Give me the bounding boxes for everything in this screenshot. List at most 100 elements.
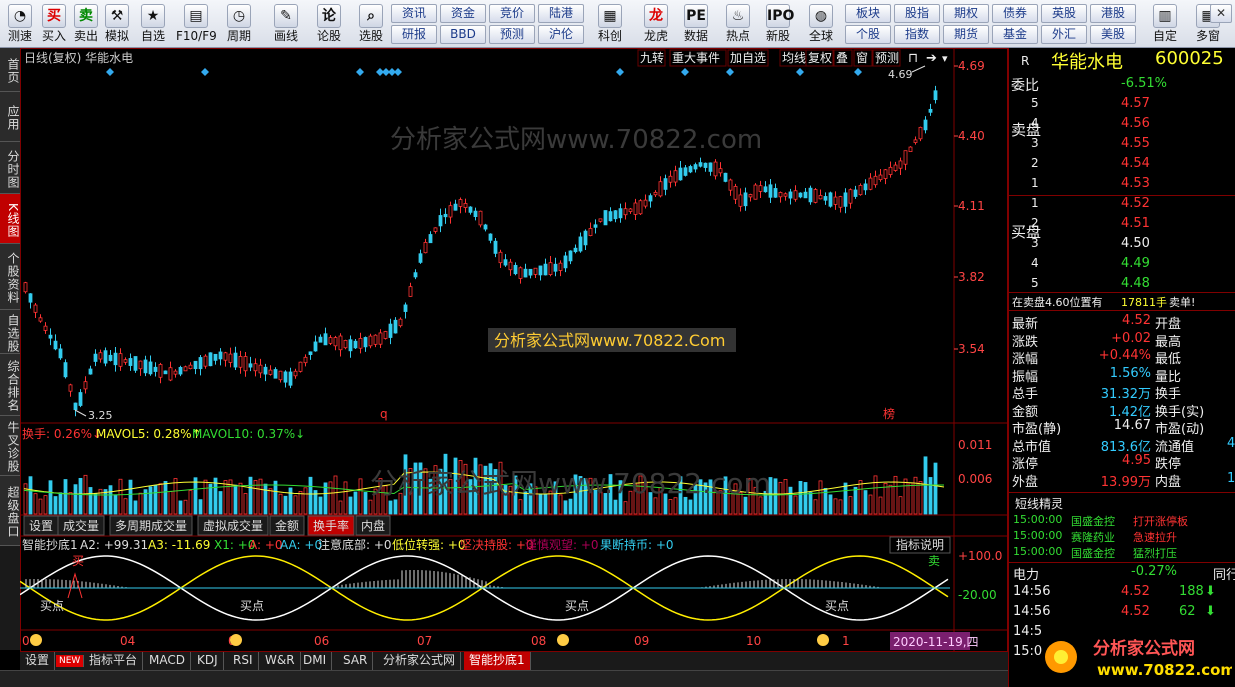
market-link-mini_row3-2[interactable]: 期权: [943, 4, 989, 23]
candle-body: [518, 267, 523, 279]
bottom-tab-9[interactable]: 分析家公式网: [378, 652, 462, 670]
left-tab-2[interactable]: 分时图: [0, 142, 20, 194]
stat-value: 4.95: [1122, 453, 1151, 468]
buy-signal-mark: 买: [72, 554, 84, 568]
left-tab-5[interactable]: 自选股: [0, 310, 20, 354]
smiley-marker-icon[interactable]: [557, 634, 569, 646]
bottom-tab-7[interactable]: DMI: [298, 652, 333, 670]
kline-svg[interactable]: 日线(复权) 华能水电 九转 重大事件 加自选 均线 复权叠窗预测 ⊓ ➔ ▾ 4.69 4.40 4…: [19, 48, 1008, 652]
pe-icon: PE: [684, 4, 708, 28]
quick-link-mini_row1-2[interactable]: 竞价: [489, 4, 535, 23]
event-marker-icon[interactable]: [796, 68, 804, 76]
left-tab-8[interactable]: 超级盘口: [0, 476, 20, 546]
bottom-tab-0[interactable]: 设置: [20, 652, 56, 670]
left-tab-3[interactable]: K线图: [0, 194, 20, 244]
bottom-tab-10[interactable]: 智能抄底1: [464, 652, 531, 670]
star-button[interactable]: ★ 自选: [133, 2, 173, 43]
market-link-mini_row3-1[interactable]: 股指: [894, 4, 940, 23]
candle-body: [393, 319, 398, 334]
left-tab-7[interactable]: 牛叉诊股: [0, 416, 20, 476]
market-link-mini_row3-5[interactable]: 港股: [1090, 4, 1136, 23]
close-icon[interactable]: ✕: [1210, 4, 1232, 23]
market-link-mini_row4-4[interactable]: 外汇: [1041, 25, 1087, 44]
volume-bar: [393, 499, 398, 515]
f10-button[interactable]: ▤ F10/F9: [176, 2, 217, 43]
volume-bar: [813, 499, 818, 515]
stat-value: 13.99万: [1100, 474, 1151, 490]
market-link-mini_row4-3[interactable]: 基金: [992, 25, 1038, 44]
event-marker-icon[interactable]: [726, 68, 734, 76]
hammer-button[interactable]: ⚒ 模拟: [97, 2, 137, 43]
bottom-tab-4[interactable]: KDJ: [192, 652, 224, 670]
event-marker-icon[interactable]: [356, 68, 364, 76]
bottom-tab-1[interactable]: NEW: [56, 655, 85, 667]
globe-icon: ◍: [809, 4, 833, 28]
candle-body: [228, 353, 233, 363]
market-link-mini_row3-3[interactable]: 债券: [992, 4, 1038, 23]
smiley-marker-icon[interactable]: [817, 634, 829, 646]
pen-button[interactable]: ✎ 画线: [266, 2, 306, 43]
magnifier-button[interactable]: ⌕ 选股: [351, 2, 391, 43]
market-link-mini_row3-4[interactable]: 英股: [1041, 4, 1087, 23]
discuss-button[interactable]: 论论股: [309, 2, 349, 43]
market-link-mini_row4-5[interactable]: 美股: [1090, 25, 1136, 44]
left-tab-1[interactable]: 应用: [0, 92, 20, 142]
bottom-tab-5[interactable]: RSI: [228, 652, 259, 670]
quick-link-mini_row2-3[interactable]: 沪伦: [538, 25, 584, 44]
candle-body: [538, 265, 543, 276]
kline-chart-area[interactable]: 日线(复权) 华能水电 九转 重大事件 加自选 均线 复权叠窗预测 ⊓ ➔ ▾ 4.69 4.40 4…: [19, 48, 1008, 652]
candle-body: [28, 293, 33, 303]
ipo-button[interactable]: IPO 新股: [758, 2, 798, 43]
event-mark-bang[interactable]: 榜: [883, 406, 895, 421]
orderbook-divider: [1009, 292, 1235, 293]
chart-button[interactable]: ▦ 科创: [590, 2, 630, 43]
quick-link-mini_row1-1[interactable]: 资金: [440, 4, 486, 23]
sector-peers: 同行: [1213, 568, 1235, 583]
stat-key-2: 换手(实): [1155, 404, 1205, 420]
lock-icon[interactable]: ⊓: [908, 51, 918, 66]
indicator-label-diwei: 低位转强: +0: [392, 537, 466, 552]
bottom-tab-6[interactable]: W&R: [260, 652, 301, 670]
quick-link-mini_row2-1[interactable]: BBD: [440, 25, 486, 44]
bottom-tab-3[interactable]: MACD: [144, 652, 191, 670]
chevron-down-icon[interactable]: ▾: [942, 52, 948, 65]
fire-button[interactable]: ♨ 热点: [718, 2, 758, 43]
custom-button[interactable]: ▥ 自定: [1145, 2, 1185, 43]
market-link-mini_row4-2[interactable]: 期货: [943, 25, 989, 44]
candle-body: [63, 362, 68, 378]
smiley-marker-icon[interactable]: [30, 634, 42, 646]
quick-link-mini_row2-0[interactable]: 研报: [391, 25, 437, 44]
left-tab-6[interactable]: 综合排名: [0, 354, 20, 416]
stat-value: 813.6亿: [1100, 439, 1151, 455]
smiley-marker-icon[interactable]: [230, 634, 242, 646]
clock-button[interactable]: ◷ 周期: [219, 2, 259, 43]
arrow-right-icon[interactable]: ➔: [926, 51, 937, 66]
pe-button[interactable]: PE 数据: [676, 2, 716, 43]
candle-body: [238, 356, 243, 368]
event-marker-icon[interactable]: [681, 68, 689, 76]
market-link-mini_row4-1[interactable]: 指数: [894, 25, 940, 44]
event-marker-icon[interactable]: [854, 68, 862, 76]
toolbar-button-label: 数据: [683, 29, 708, 43]
event-mark-q[interactable]: q: [380, 407, 388, 421]
bottom-tab-2[interactable]: 指标平台: [84, 652, 144, 670]
bottom-tab-8[interactable]: SAR: [338, 652, 374, 670]
market-link-mini_row4-0[interactable]: 个股: [845, 25, 891, 44]
event-marker-icon[interactable]: [201, 68, 209, 76]
quick-link-mini_row2-2[interactable]: 预测: [489, 25, 535, 44]
dragon-button[interactable]: 龙龙虎: [636, 2, 676, 43]
event-marker-icon[interactable]: [394, 68, 402, 76]
candle-body: [138, 360, 143, 370]
left-tab-4[interactable]: 个股资料: [0, 244, 20, 310]
quick-link-mini_row1-0[interactable]: 资讯: [391, 4, 437, 23]
volume-bar: [233, 484, 238, 515]
event-marker-icon[interactable]: [616, 68, 624, 76]
candle-body: [748, 194, 753, 198]
event-marker-icon[interactable]: [106, 68, 114, 76]
magnifier-icon: ⌕: [359, 4, 383, 28]
globe-button[interactable]: ◍ 全球: [801, 2, 841, 43]
market-link-mini_row3-0[interactable]: 板块: [845, 4, 891, 23]
candle-body: [323, 333, 328, 346]
left-tab-0[interactable]: 首页: [0, 48, 20, 92]
quick-link-mini_row1-3[interactable]: 陆港: [538, 4, 584, 23]
